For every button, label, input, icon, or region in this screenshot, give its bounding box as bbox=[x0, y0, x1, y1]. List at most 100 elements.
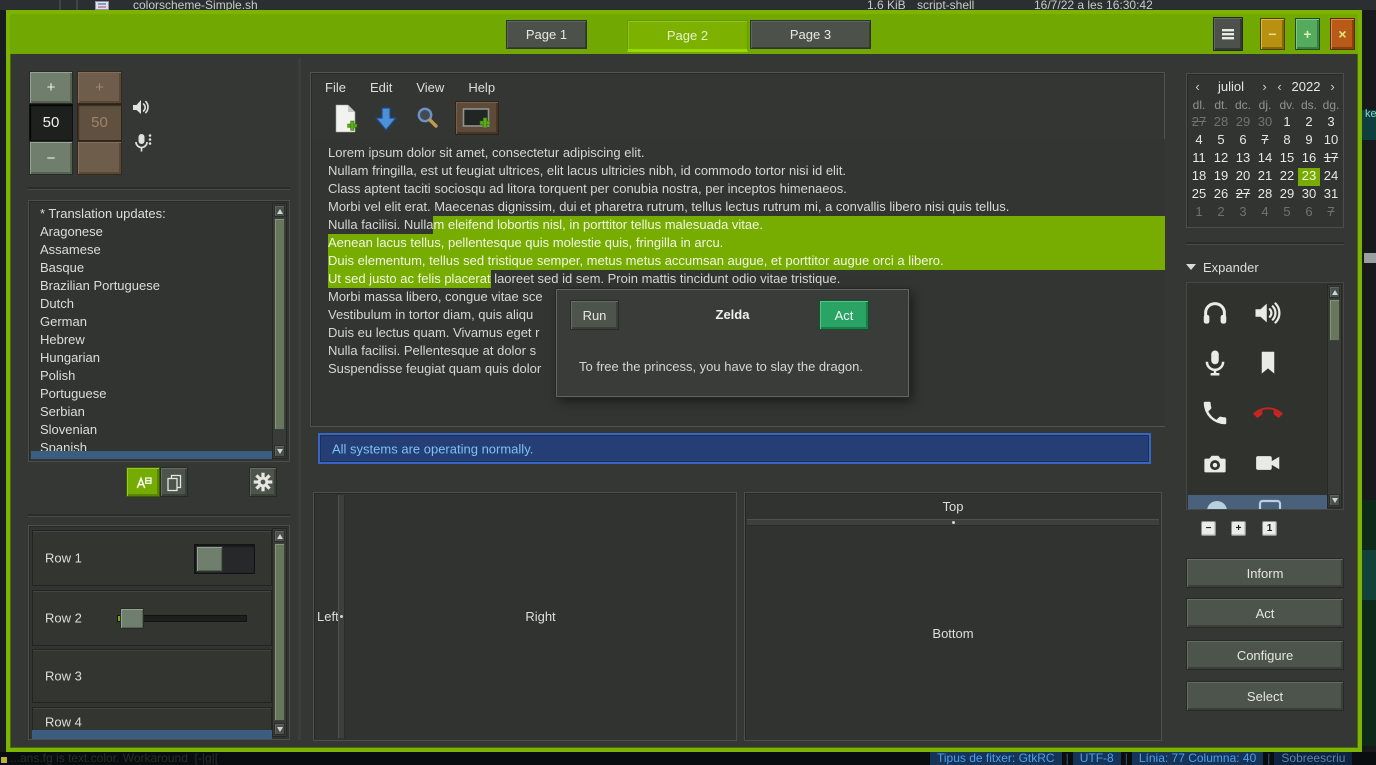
spin-up-button[interactable]: + bbox=[29, 71, 73, 104]
translate-toggle-button[interactable] bbox=[126, 467, 160, 497]
rows-scrollbar[interactable] bbox=[272, 528, 287, 737]
tab-page-3[interactable]: Page 3 bbox=[750, 20, 871, 49]
list-item[interactable]: Hebrew bbox=[31, 331, 272, 349]
calendar-day[interactable]: 5 bbox=[1276, 204, 1298, 222]
expander-header[interactable]: Expander bbox=[1186, 259, 1344, 275]
list-item[interactable]: Polish bbox=[31, 367, 272, 385]
next-month-button[interactable]: › bbox=[1257, 79, 1272, 94]
menu-edit[interactable]: Edit bbox=[370, 80, 392, 95]
calendar-day[interactable]: 17 bbox=[1320, 150, 1342, 168]
calendar-day[interactable]: 29 bbox=[1232, 114, 1254, 132]
calendar-day[interactable]: 31 bbox=[1320, 186, 1342, 204]
calendar-day[interactable]: 18 bbox=[1188, 168, 1210, 186]
video-camera-icon[interactable] bbox=[1253, 448, 1285, 480]
calendar-day[interactable]: 4 bbox=[1254, 204, 1276, 222]
list-item[interactable]: Basque bbox=[31, 259, 272, 277]
calendar-day[interactable]: 7 bbox=[1320, 204, 1342, 222]
list-item[interactable]: Spanish bbox=[31, 439, 272, 451]
calendar-day[interactable]: 6 bbox=[1232, 132, 1254, 150]
list-scrollbar[interactable] bbox=[272, 203, 287, 459]
calendar-day[interactable]: 2 bbox=[1298, 114, 1320, 132]
iconview-selected-row-clipped[interactable] bbox=[1188, 495, 1327, 510]
calendar-day[interactable]: 1 bbox=[1188, 204, 1210, 222]
calendar-day[interactable]: 10 bbox=[1320, 132, 1342, 150]
headphones-icon[interactable] bbox=[1200, 298, 1232, 330]
scroll-up-button[interactable] bbox=[1329, 286, 1340, 298]
menu-file[interactable]: File bbox=[325, 80, 346, 95]
copy-toggle-button[interactable] bbox=[160, 467, 188, 497]
next-year-button[interactable]: › bbox=[1325, 79, 1340, 94]
act-button-panel[interactable]: Act bbox=[1186, 598, 1344, 628]
calendar-day[interactable]: 19 bbox=[1210, 168, 1232, 186]
spin-down-button[interactable]: − bbox=[29, 141, 73, 175]
calendar-day[interactable]: 20 bbox=[1232, 168, 1254, 186]
zoom-reset-button[interactable]: 1 bbox=[1262, 521, 1277, 536]
scrollbar-thumb[interactable] bbox=[1329, 299, 1340, 341]
prev-year-button[interactable]: ‹ bbox=[1272, 79, 1287, 94]
save-button[interactable] bbox=[375, 106, 397, 135]
zoom-in-button[interactable]: + bbox=[1231, 521, 1246, 536]
calendar-day[interactable]: 21 bbox=[1254, 168, 1276, 186]
calendar-day[interactable]: 13 bbox=[1232, 150, 1254, 168]
calendar-day[interactable]: 22 bbox=[1276, 168, 1298, 186]
calendar-day[interactable]: 24 bbox=[1320, 168, 1342, 186]
spin-value[interactable]: 50 bbox=[29, 104, 73, 141]
scroll-down-button[interactable] bbox=[274, 445, 285, 457]
inform-button[interactable]: Inform bbox=[1186, 558, 1344, 588]
calendar-day[interactable]: 28 bbox=[1210, 114, 1232, 132]
calendar-day[interactable]: 29 bbox=[1276, 186, 1298, 204]
calendar-day[interactable]: 30 bbox=[1298, 186, 1320, 204]
vertical-splitter[interactable] bbox=[338, 495, 345, 738]
scrollbar-thumb[interactable] bbox=[274, 543, 285, 721]
menu-view[interactable]: View bbox=[416, 80, 444, 95]
list-item[interactable]: Dutch bbox=[31, 295, 272, 313]
calendar-day[interactable]: 16 bbox=[1298, 150, 1320, 168]
list-row-2[interactable]: Row 2 bbox=[32, 590, 272, 646]
calendar-day[interactable]: 11 bbox=[1188, 150, 1210, 168]
calendar-day[interactable]: 14 bbox=[1254, 150, 1276, 168]
list-item[interactable]: Slovenian bbox=[31, 421, 272, 439]
list-item[interactable]: Brazilian Portuguese bbox=[31, 277, 272, 295]
phone-icon[interactable] bbox=[1200, 398, 1232, 430]
calendar-day[interactable]: 5 bbox=[1210, 132, 1232, 150]
calendar-day[interactable]: 7 bbox=[1254, 132, 1276, 150]
calendar-day[interactable]: 3 bbox=[1320, 114, 1342, 132]
menu-help[interactable]: Help bbox=[468, 80, 495, 95]
minimize-button[interactable]: − bbox=[1260, 18, 1285, 50]
tab-page-1[interactable]: Page 1 bbox=[506, 20, 587, 49]
scrollbar-thumb[interactable] bbox=[274, 218, 285, 430]
calendar-day[interactable]: 30 bbox=[1254, 114, 1276, 132]
list-item[interactable]: Assamese bbox=[31, 241, 272, 259]
calendar-day[interactable]: 4 bbox=[1188, 132, 1210, 150]
horizontal-splitter[interactable] bbox=[747, 519, 1159, 526]
maximize-button[interactable]: + bbox=[1295, 18, 1320, 50]
calendar-day[interactable]: 27 bbox=[1232, 186, 1254, 204]
bookmark-icon[interactable] bbox=[1253, 348, 1285, 380]
calendar-day[interactable]: 12 bbox=[1210, 150, 1232, 168]
calendar-day[interactable]: 25 bbox=[1188, 186, 1210, 204]
calendar-day[interactable]: 9 bbox=[1298, 132, 1320, 150]
microphone-icon[interactable] bbox=[1200, 348, 1232, 380]
act-button[interactable]: Act bbox=[819, 300, 869, 330]
calendar-day[interactable]: 3 bbox=[1232, 204, 1254, 222]
scroll-down-button[interactable] bbox=[1329, 494, 1340, 506]
list-row-3[interactable]: Row 3 bbox=[32, 649, 272, 703]
list-item[interactable]: Serbian bbox=[31, 403, 272, 421]
phone-hangup-icon[interactable] bbox=[1253, 398, 1285, 430]
scroll-down-button[interactable] bbox=[274, 723, 285, 735]
list-item[interactable]: Aragonese bbox=[31, 223, 272, 241]
list-row-1[interactable]: Row 1 bbox=[32, 530, 272, 586]
list-item[interactable]: Portuguese bbox=[31, 385, 272, 403]
iconview-scrollbar[interactable] bbox=[1327, 284, 1342, 508]
calendar-day[interactable]: 8 bbox=[1276, 132, 1298, 150]
camera-icon[interactable] bbox=[1200, 448, 1232, 480]
select-button[interactable]: Select bbox=[1186, 681, 1344, 711]
calendar-day[interactable]: 15 bbox=[1276, 150, 1298, 168]
switch-handle[interactable] bbox=[196, 546, 223, 572]
scroll-up-button[interactable] bbox=[274, 530, 285, 542]
close-button[interactable]: × bbox=[1330, 18, 1355, 50]
screenshot-toggle-button[interactable] bbox=[455, 101, 499, 135]
volume-high-icon[interactable] bbox=[1253, 298, 1285, 330]
zoom-out-button[interactable]: − bbox=[1201, 521, 1216, 536]
tab-page-2-active[interactable]: Page 2 bbox=[627, 20, 748, 52]
